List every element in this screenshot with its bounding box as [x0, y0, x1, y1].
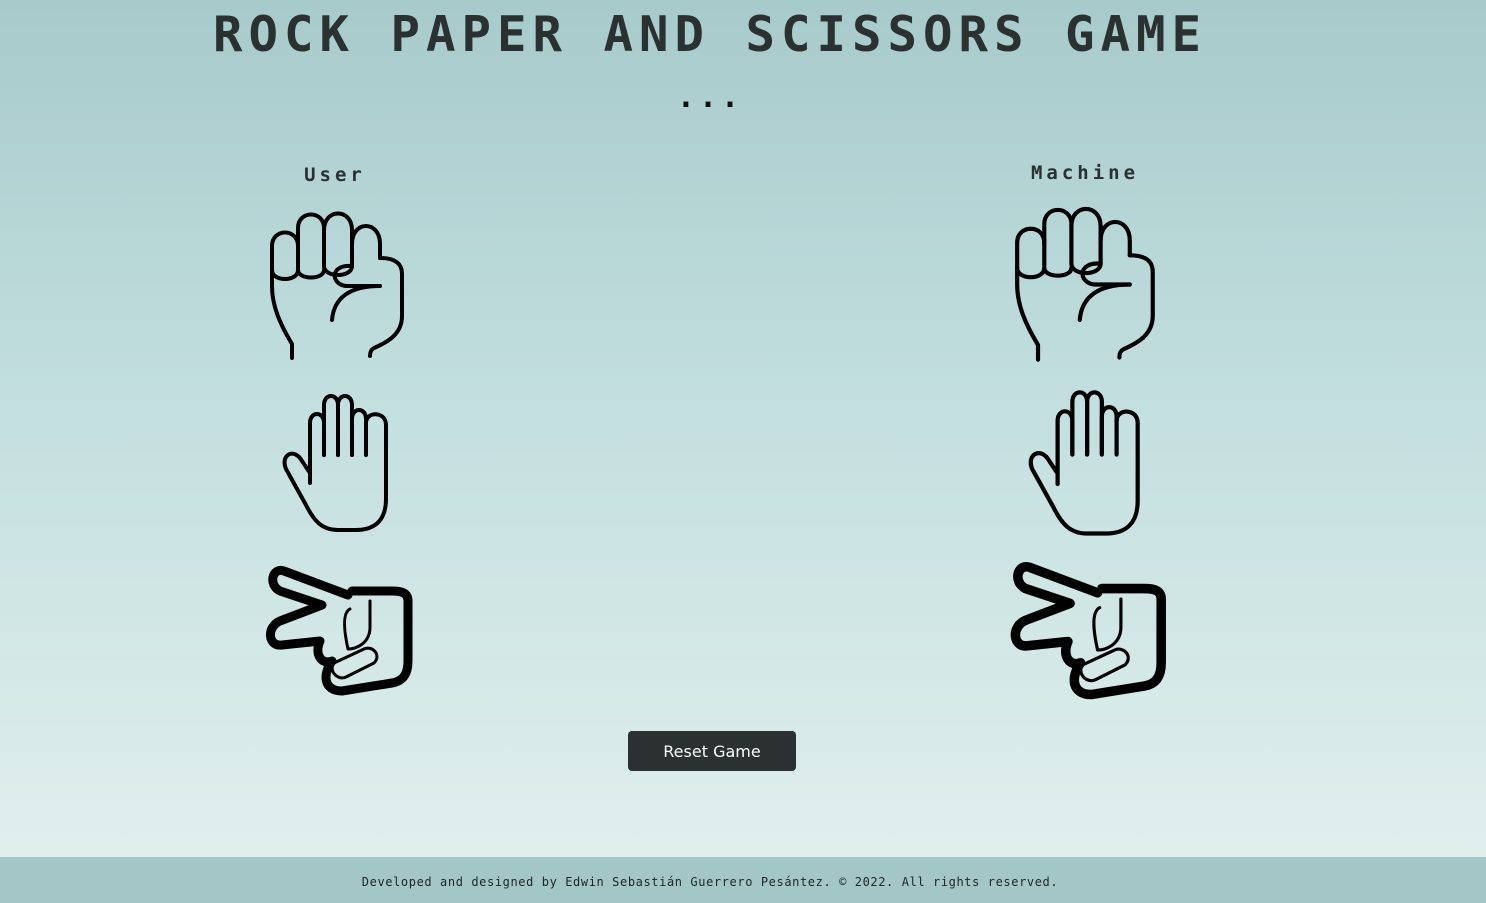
page-title: ROCK PAPER AND SCISSORS GAME [212, 6, 1207, 63]
reset-game-button[interactable]: Reset Game [628, 731, 796, 771]
user-label: User [304, 164, 366, 186]
machine-label: Machine [1030, 162, 1140, 184]
user-scissors-button[interactable] [262, 565, 414, 699]
machine-scissors-button[interactable] [1006, 561, 1168, 703]
machine-paper-button[interactable] [1026, 389, 1144, 539]
footer: Developed and designed by Edwin Sebastiá… [0, 857, 1486, 903]
paper-hand-icon [1028, 390, 1140, 536]
user-paper-button[interactable] [280, 393, 392, 535]
paper-hand-icon [282, 394, 388, 532]
result-text: ... [676, 80, 744, 115]
footer-copyright: Developed and designed by Edwin Sebastiá… [361, 875, 1059, 889]
machine-rock-button[interactable] [1013, 203, 1159, 365]
user-rock-button[interactable] [268, 208, 408, 363]
rock-fist-icon [1015, 207, 1155, 362]
scissors-hand-icon [1010, 562, 1166, 700]
scissors-hand-icon [266, 566, 413, 696]
rock-fist-icon [270, 211, 404, 360]
